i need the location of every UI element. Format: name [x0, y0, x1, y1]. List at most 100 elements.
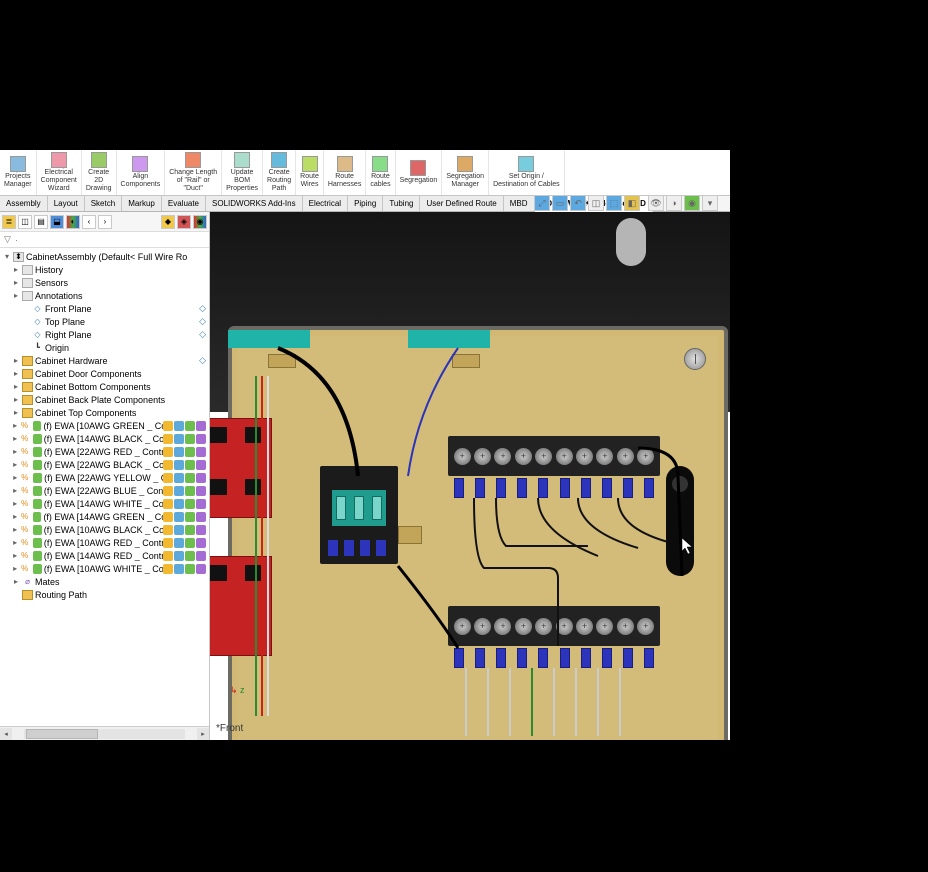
tree-item-cabinet-top-components[interactable]: ▸Cabinet Top Components: [0, 406, 209, 419]
tree-item-origin[interactable]: ┗Origin: [0, 341, 209, 354]
ribbon-routewires-button[interactable]: Route Wires: [296, 150, 324, 195]
ribbon-setorigin-button[interactable]: Set Origin / Destination of Cables: [489, 150, 565, 195]
plane-icon: ◇: [32, 304, 43, 314]
cmd-tab-electrical[interactable]: Electrical: [303, 196, 348, 211]
tree-item--f-ewa-10awg-red-control-3244[interactable]: ▸%(f) EWA [10AWG RED _ Control]3244: [0, 536, 209, 549]
ribbon-label: Set Origin / Destination of Cables: [493, 173, 560, 188]
badge-icon: [163, 551, 173, 561]
tree-item--f-ewa-22awg-red-control-3247[interactable]: ▸%(f) EWA [22AWG RED _ Control]3247: [0, 445, 209, 458]
tree-tab-show-icon[interactable]: ›: [98, 215, 112, 229]
orientation-label: *Front: [216, 723, 243, 734]
ribbon-routecables-button[interactable]: Route cables: [366, 150, 395, 195]
ribbon-bom-button[interactable]: Update BOM Properties: [222, 150, 263, 195]
tree-item-cabinet-back-plate-components[interactable]: ▸Cabinet Back Plate Components: [0, 393, 209, 406]
cmd-tab-evaluate[interactable]: Evaluate: [162, 196, 206, 211]
section-view-icon[interactable]: ◫: [588, 195, 604, 211]
cmd-tab-piping[interactable]: Piping: [348, 196, 383, 211]
item-icon: [22, 278, 33, 288]
hide-show-icon[interactable]: 👁: [648, 195, 664, 211]
tree-root[interactable]: ▾⬍CabinetAssembly (Default< Full Wire Ro: [0, 250, 209, 263]
tree-tab-right3-icon[interactable]: ◉: [193, 215, 207, 229]
tree-filter-bar[interactable]: ▽ ·: [0, 232, 209, 248]
tree-item-right-plane[interactable]: ◇Right Plane◇: [0, 328, 209, 341]
ribbon-segregation-button[interactable]: Segregation: [396, 150, 443, 195]
scroll-right-icon[interactable]: ▸: [197, 728, 209, 740]
tree-tab-right1-icon[interactable]: ◆: [161, 215, 175, 229]
terminal-block-bottom: [448, 606, 660, 646]
tree-item-routing-path[interactable]: Routing Path: [0, 588, 209, 601]
terminal-strip: [408, 330, 490, 348]
ribbon-label: Create Routing Path: [267, 169, 291, 192]
tree-item--f-ewa-22awg-black-control-32[interactable]: ▸%(f) EWA [22AWG BLACK _ Control]32: [0, 458, 209, 471]
ribbon-projects-button[interactable]: Projects Manager: [0, 150, 37, 195]
scroll-left-icon[interactable]: ◂: [0, 728, 12, 740]
tree-item-cabinet-door-components[interactable]: ▸Cabinet Door Components: [0, 367, 209, 380]
cmd-tab-assembly[interactable]: Assembly: [0, 196, 48, 211]
tree-label: Annotations: [35, 291, 83, 301]
tree-item-cabinet-hardware[interactable]: ▸Cabinet Hardware◇: [0, 354, 209, 367]
ribbon-create2d-button[interactable]: Create 2D Drawing: [82, 150, 117, 195]
tree-item--f-ewa-22awg-yellow-control-[interactable]: ▸%(f) EWA [22AWG YELLOW _ Control]: [0, 471, 209, 484]
scroll-thumb[interactable]: [26, 729, 98, 739]
tree-item--f-ewa-10awg-green-control-32[interactable]: ▸%(f) EWA [10AWG GREEN _ Control]32: [0, 419, 209, 432]
tree-item--f-ewa-14awg-red-control-3242[interactable]: ▸%(f) EWA [14AWG RED _ Control]3242: [0, 549, 209, 562]
wire-part-icon: %: [20, 564, 29, 574]
tree-tab-display-icon[interactable]: ⬓: [50, 215, 64, 229]
cmd-tab-solidworks-add-ins[interactable]: SOLIDWORKS Add-Ins: [206, 196, 303, 211]
cmd-tab-layout[interactable]: Layout: [48, 196, 85, 211]
zoom-fit-icon[interactable]: ⤢: [534, 195, 550, 211]
tree-item-sensors[interactable]: ▸Sensors: [0, 276, 209, 289]
ribbon-routepath-button[interactable]: Create Routing Path: [263, 150, 296, 195]
tree-item-mates[interactable]: ▸⌀Mates: [0, 575, 209, 588]
view-orient-icon[interactable]: ⬚: [606, 195, 622, 211]
badge-icon: [163, 538, 173, 548]
chevron-down-icon: ▾: [3, 252, 11, 261]
tree-tab-appearance-icon[interactable]: ◐: [66, 215, 80, 229]
tree-badges: [163, 551, 206, 561]
view-settings-icon[interactable]: ▾: [702, 195, 718, 211]
tree-item--f-ewa-10awg-black-control-32[interactable]: ▸%(f) EWA [10AWG BLACK _ Control]32: [0, 523, 209, 536]
tree-item-top-plane[interactable]: ◇Top Plane◇: [0, 315, 209, 328]
edit-appearance-icon[interactable]: ◑: [666, 195, 682, 211]
display-style-icon[interactable]: ◧: [624, 195, 640, 211]
ribbon-wizard-button[interactable]: Electrical Component Wizard: [37, 150, 82, 195]
tree-item--f-ewa-14awg-green-control-32[interactable]: ▸%(f) EWA [14AWG GREEN _ Control]32: [0, 510, 209, 523]
cmd-tab-user-defined-route[interactable]: User Defined Route: [420, 196, 503, 211]
cmd-tab-tubing[interactable]: Tubing: [383, 196, 420, 211]
tree-item-history[interactable]: ▸History: [0, 263, 209, 276]
wire-part-icon: %: [20, 473, 29, 483]
tree-tab-feature-icon[interactable]: ≣: [2, 215, 16, 229]
subassy-icon: [33, 473, 42, 483]
ribbon-segmgr-button[interactable]: Segregation Manager: [442, 150, 489, 195]
tree-tab-right2-icon[interactable]: ◈: [177, 215, 191, 229]
tree-label: Cabinet Door Components: [35, 369, 142, 379]
badge-icon: [174, 564, 184, 574]
scroll-track[interactable]: [24, 729, 185, 739]
tree-tab-property-icon[interactable]: ◫: [18, 215, 32, 229]
ribbon-routeharness-button[interactable]: Route Harnesses: [324, 150, 366, 195]
ribbon-label: Align Components: [121, 173, 161, 188]
wire-part-icon: %: [20, 447, 29, 457]
cmd-tab-sketch[interactable]: Sketch: [85, 196, 122, 211]
tree-item-annotations[interactable]: ▸Annotations: [0, 289, 209, 302]
tree-item--f-ewa-10awg-white-control-46[interactable]: ▸%(f) EWA [10AWG WHITE _ Control]46: [0, 562, 209, 575]
tree-item--f-ewa-14awg-white-control-32[interactable]: ▸%(f) EWA [14AWG WHITE _ Control]32: [0, 497, 209, 510]
ribbon-align-button[interactable]: Align Components: [117, 150, 166, 195]
zoom-area-icon[interactable]: ▭: [552, 195, 568, 211]
apply-scene-icon[interactable]: ◉: [684, 195, 700, 211]
chevron-right-icon: ▸: [12, 278, 20, 287]
tree-item--f-ewa-14awg-black-control-32[interactable]: ▸%(f) EWA [14AWG BLACK _ Control]32: [0, 432, 209, 445]
tree-label: Top Plane: [45, 317, 85, 327]
tree-item--f-ewa-22awg-blue-control-324[interactable]: ▸%(f) EWA [22AWG BLUE _ Control]324: [0, 484, 209, 497]
ribbon-length-button[interactable]: Change Length of "Rail" or "Duct": [165, 150, 222, 195]
tree-tab-configs-icon[interactable]: ▤: [34, 215, 48, 229]
cmd-tab-mbd[interactable]: MBD: [504, 196, 535, 211]
tree-item-front-plane[interactable]: ◇Front Plane◇: [0, 302, 209, 315]
wire-part-icon: %: [20, 486, 29, 496]
cmd-tab-markup[interactable]: Markup: [122, 196, 162, 211]
tree-tab-hide-icon[interactable]: ‹: [82, 215, 96, 229]
prev-view-icon[interactable]: ↶: [570, 195, 586, 211]
tree-hscrollbar[interactable]: ◂ ▸: [0, 726, 209, 740]
tree-item-cabinet-bottom-components[interactable]: ▸Cabinet Bottom Components: [0, 380, 209, 393]
ribbon-label: Create 2D Drawing: [86, 169, 112, 192]
